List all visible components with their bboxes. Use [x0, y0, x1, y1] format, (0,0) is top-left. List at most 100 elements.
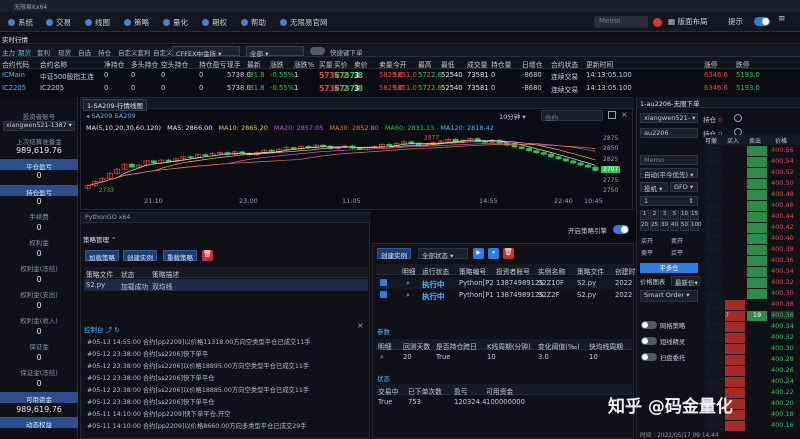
ladder-price[interactable]: 400.38: [771, 300, 794, 308]
close-icon[interactable]: ×: [621, 110, 628, 119]
ladder-row[interactable]: 400.36: [705, 256, 800, 266]
buy-cell[interactable]: [725, 344, 745, 354]
status-value[interactable]: 120324.4: [454, 398, 486, 406]
ladder-ask-mark[interactable]: 19: [747, 311, 767, 321]
qty-preset-button[interactable]: 3: [660, 210, 669, 220]
ladder-price[interactable]: 400.42: [771, 223, 794, 231]
buy-cell[interactable]: [725, 168, 745, 178]
quote-col-header[interactable]: 净持仓: [104, 59, 124, 69]
log-line[interactable]: #05-13 14:55:00 合约[pp2209]以价格11318.00方向空…: [87, 337, 311, 346]
qty-preset-button[interactable]: 100: [690, 221, 702, 231]
cancel-cell[interactable]: [705, 333, 723, 343]
quote-col-header[interactable]: 买量: [319, 59, 333, 69]
run-state[interactable]: 执行中: [422, 291, 445, 302]
quote-cell[interactable]: 5193.0: [736, 71, 760, 79]
cancel-cell[interactable]: [705, 256, 723, 266]
quote-col-header[interactable]: 合约状态: [551, 59, 578, 69]
delete-instance-icon[interactable]: 🗑: [503, 248, 514, 259]
cancel-cell[interactable]: [705, 146, 723, 156]
qty-preset-button[interactable]: 40: [670, 221, 679, 231]
account-item-value[interactable]: 0: [0, 275, 78, 284]
ladder-price[interactable]: 400.32: [771, 278, 794, 286]
price-tick-label[interactable]: 2775: [603, 177, 618, 184]
tab-order[interactable]: 1-au2206-无限下单: [637, 97, 800, 108]
buy-cell[interactable]: [725, 278, 745, 288]
menu-trade[interactable]: 交易: [46, 17, 71, 28]
price-tick-label[interactable]: 2750: [603, 187, 618, 194]
ladder-price[interactable]: 400.20: [771, 399, 794, 407]
ladder-price[interactable]: 400.30: [771, 289, 794, 297]
quote-col-header[interactable]: 成交量: [467, 59, 487, 69]
buy-cell[interactable]: 7: [725, 311, 745, 321]
ladder-row[interactable]: 400.54: [705, 157, 800, 167]
account-item-label[interactable]: 保证金: [0, 341, 78, 351]
chart-contract-input[interactable]: 合约: [541, 110, 603, 122]
account-item-value[interactable]: 0: [0, 301, 78, 310]
search-icon[interactable]: ⌕: [406, 279, 410, 288]
ladder-col-header[interactable]: 可撤: [705, 136, 717, 145]
status-value[interactable]: 100000000: [486, 398, 525, 406]
quote-cell[interactable]: 0: [104, 84, 108, 92]
investor-account[interactable]: 13874989125: [496, 279, 544, 287]
status-header[interactable]: 可用资金: [486, 386, 513, 396]
search-icon[interactable]: ⌕: [406, 291, 410, 300]
strategy-file[interactable]: S2.py: [577, 279, 596, 287]
cancel-cell[interactable]: [705, 355, 723, 365]
param-value[interactable]: 10: [487, 353, 496, 361]
quote-cell[interactable]: 1: [294, 84, 298, 92]
cancel-cell[interactable]: [705, 245, 723, 255]
ladder-price[interactable]: 400.34: [771, 322, 794, 330]
account-item-label[interactable]: 保证金(冻结): [0, 367, 78, 377]
order-memo-input[interactable]: Memo: [640, 155, 698, 165]
param-value[interactable]: 10: [589, 353, 598, 361]
menu-strategy[interactable]: 策略: [124, 17, 149, 28]
buy-cell[interactable]: [725, 223, 745, 233]
price-tick-label[interactable]: 2850: [603, 145, 618, 152]
sell-cell[interactable]: [747, 157, 767, 167]
table-row[interactable]: ⌕ 执行中 Python[P1 13874989125 S2Z2F S2.py 2022: [376, 289, 632, 301]
status-header[interactable]: 盈亏: [454, 386, 468, 396]
ladder-price[interactable]: 400.40: [771, 234, 794, 242]
quote-cell[interactable]: -8680: [522, 71, 542, 79]
load-strategy-button[interactable]: 加载策略: [85, 250, 119, 262]
status-value[interactable]: 753: [408, 398, 421, 406]
sell-cell[interactable]: [747, 168, 767, 178]
param-header[interactable]: 明细: [378, 341, 392, 351]
buy-cell[interactable]: [725, 146, 745, 156]
quote-cell[interactable]: 0: [491, 71, 495, 79]
ladder-row[interactable]: 400.38: [705, 300, 800, 310]
status-header[interactable]: 交易中: [378, 386, 398, 396]
quote-cell[interactable]: 73581: [467, 84, 489, 92]
order-account-select[interactable]: xiangwen521- ▾: [640, 113, 698, 123]
quote-col-header[interactable]: 今开: [393, 59, 407, 69]
account-item-value[interactable]: 0: [0, 353, 78, 362]
cancel-cell[interactable]: [705, 212, 723, 222]
sell-cell[interactable]: [747, 300, 767, 310]
quote-cell[interactable]: 连续交易: [551, 84, 578, 94]
sell-cell[interactable]: [747, 344, 767, 354]
tab-futures[interactable]: 期货: [18, 47, 31, 57]
quote-col-header[interactable]: 涨跌%: [294, 59, 314, 69]
row-checkbox[interactable]: [380, 279, 387, 286]
buy-cell[interactable]: [725, 179, 745, 189]
hedge-select[interactable]: 投机 ▾: [640, 182, 668, 193]
cancel-cell[interactable]: [705, 157, 723, 167]
create-instance-button[interactable]: 创建实例: [123, 250, 157, 262]
chart-symbol[interactable]: ◂ SA209 SA209: [86, 112, 136, 120]
cancel-cell[interactable]: [705, 234, 723, 244]
log-line[interactable]: #05-12 23:38:00 合约[ss2206]快下单平仓: [87, 397, 214, 406]
sell-cell[interactable]: [747, 146, 767, 156]
table-row[interactable]: IC2205 IC2205 0 0 0 0 5738.0 -31.8 -0.55% 1 5736.2…: [0, 82, 800, 95]
toggle-switch[interactable]: [641, 321, 657, 329]
buy-cell[interactable]: [725, 377, 745, 387]
quote-cell[interactable]: 5851.0: [393, 71, 417, 79]
cancel-cell[interactable]: [705, 300, 723, 310]
close-position-button[interactable]: 平多仓: [640, 263, 698, 273]
sell-cell[interactable]: [747, 256, 767, 266]
quote-cell[interactable]: 14:13:05.100: [586, 71, 632, 79]
quote-cell[interactable]: 6346.6: [704, 71, 728, 79]
ladder-price[interactable]: 400.28: [771, 355, 794, 363]
quote-col-header[interactable]: 跌停: [736, 59, 750, 69]
reload-strategy-button[interactable]: 重载策略: [163, 250, 197, 262]
cancel-cell[interactable]: [705, 366, 723, 376]
